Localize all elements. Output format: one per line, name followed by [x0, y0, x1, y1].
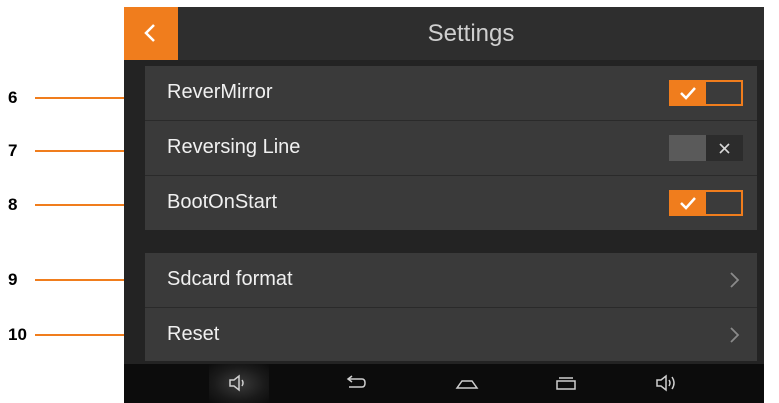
system-navigation-bar: [124, 364, 764, 403]
chevron-right-icon: [730, 272, 740, 288]
close-icon: [719, 143, 730, 154]
nav-back-button[interactable]: [325, 364, 385, 403]
home-icon: [455, 380, 479, 389]
back-icon: [346, 375, 366, 388]
callout-number: 8: [8, 195, 18, 214]
back-button[interactable]: [124, 7, 178, 60]
check-icon: [680, 87, 696, 100]
setting-row-bootonstart[interactable]: BootOnStart: [145, 176, 757, 229]
volume-down-button[interactable]: [209, 364, 269, 403]
check-icon: [680, 197, 696, 210]
setting-label: Reset: [167, 323, 220, 345]
setting-label: Sdcard format: [167, 268, 293, 290]
revermirror-toggle[interactable]: [669, 80, 743, 106]
nav-home-button[interactable]: [436, 364, 496, 403]
recent-apps-icon: [556, 377, 576, 390]
nav-recent-apps-button[interactable]: [536, 364, 596, 403]
setting-row-revermirror[interactable]: ReverMirror: [145, 66, 757, 119]
setting-label: Reversing Line: [167, 136, 301, 158]
reversing-line-toggle[interactable]: [669, 135, 743, 161]
callout-number: 7: [8, 141, 18, 160]
settings-screen: Settings ReverMirror Reversing Line Boot…: [124, 7, 764, 403]
action-settings-group: Sdcard format Reset: [145, 253, 757, 361]
chevron-left-icon: [144, 24, 155, 42]
setting-label: ReverMirror: [167, 81, 273, 103]
callout-number: 6: [8, 88, 18, 107]
setting-label: BootOnStart: [167, 191, 278, 213]
setting-row-sdcard-format[interactable]: Sdcard format: [145, 253, 757, 306]
volume-up-button[interactable]: [636, 364, 696, 403]
toggle-settings-group: ReverMirror Reversing Line BootOnStart: [145, 66, 757, 230]
callout-number: 9: [8, 270, 18, 289]
callout-number: 10: [8, 325, 27, 344]
volume-up-icon: [656, 374, 675, 392]
setting-row-reversing-line[interactable]: Reversing Line: [145, 121, 757, 174]
bootonstart-toggle[interactable]: [669, 190, 743, 216]
volume-down-icon: [229, 374, 244, 392]
setting-row-reset[interactable]: Reset: [145, 308, 757, 361]
title-bar: Settings: [124, 7, 764, 60]
chevron-right-icon: [730, 327, 740, 343]
page-title: Settings: [427, 20, 515, 47]
